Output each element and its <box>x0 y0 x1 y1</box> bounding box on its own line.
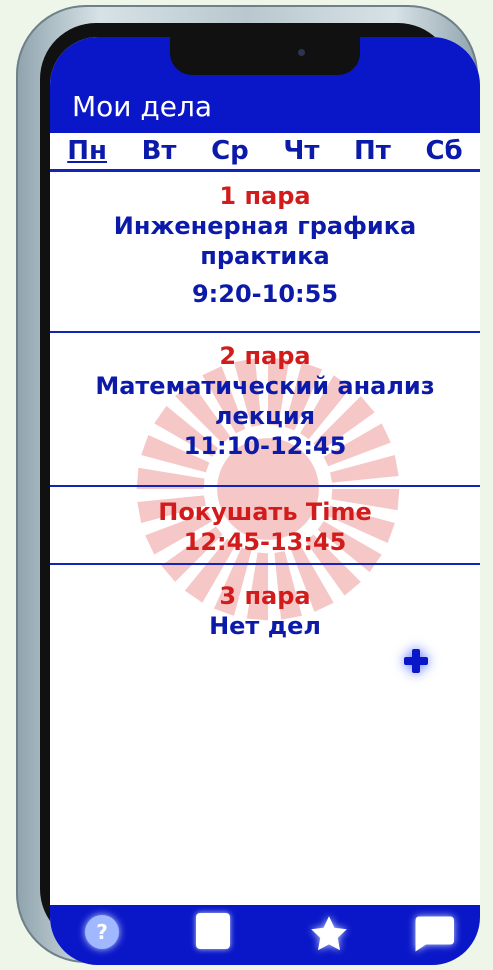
day-tabs: Пн Вт Ср Чт Пт Сб <box>50 133 480 172</box>
slot-time: 12:45-13:45 <box>183 528 347 556</box>
plus-icon[interactable] <box>404 649 428 673</box>
chat-button[interactable] <box>410 913 454 955</box>
slot-label: 3 пара <box>219 582 311 610</box>
slot-type: лекция <box>214 402 316 430</box>
page-title: Мои дела <box>72 90 213 123</box>
square-icon <box>196 913 230 949</box>
help-button[interactable]: ? <box>80 913 122 955</box>
slot-type: практика <box>200 242 330 270</box>
slot-subject: Инженерная графика <box>113 212 417 240</box>
list-item-slot-2[interactable]: 2 пара Математический анализ лекция 11:1… <box>50 341 480 461</box>
tab-saturday[interactable]: Сб <box>419 136 468 166</box>
tab-tuesday[interactable]: Вт <box>136 136 183 166</box>
phone-frame: Мои дела Пн Вт Ср Чт Пт Сб 1 пара Инжене… <box>16 5 480 965</box>
square-button[interactable] <box>192 913 234 955</box>
slot-time: 11:10-12:45 <box>183 432 347 460</box>
bottom-tab-bar: ? <box>50 905 480 965</box>
slot-subject: Математический анализ <box>95 372 435 400</box>
favorite-button[interactable] <box>308 913 350 955</box>
slot-time: 9:20-10:55 <box>191 280 339 308</box>
list-item-slot-3[interactable]: 3 пара Нет дел <box>50 581 480 641</box>
divider <box>50 485 480 487</box>
slot-label: Покушать Time <box>158 498 372 526</box>
list-item-slot-1[interactable]: 1 пара Инженерная графика практика 9:20-… <box>50 181 480 309</box>
question-icon: ? <box>85 915 119 949</box>
slot-label: 1 пара <box>219 182 311 210</box>
camera-dot <box>298 49 305 56</box>
chat-bubble-icon <box>415 916 454 952</box>
tab-monday[interactable]: Пн <box>61 136 113 166</box>
tab-wednesday[interactable]: Ср <box>205 136 255 166</box>
slot-label: 2 пара <box>219 342 311 370</box>
tab-friday[interactable]: Пт <box>348 136 397 166</box>
divider <box>50 563 480 565</box>
notch <box>170 37 360 75</box>
slot-empty-text: Нет дел <box>209 612 321 640</box>
divider <box>50 331 480 333</box>
phone-screen: Мои дела Пн Вт Ср Чт Пт Сб 1 пара Инжене… <box>50 37 480 965</box>
tab-thursday[interactable]: Чт <box>277 136 325 166</box>
star-icon <box>311 916 347 951</box>
list-item-slot-meal[interactable]: Покушать Time 12:45-13:45 <box>50 497 480 557</box>
